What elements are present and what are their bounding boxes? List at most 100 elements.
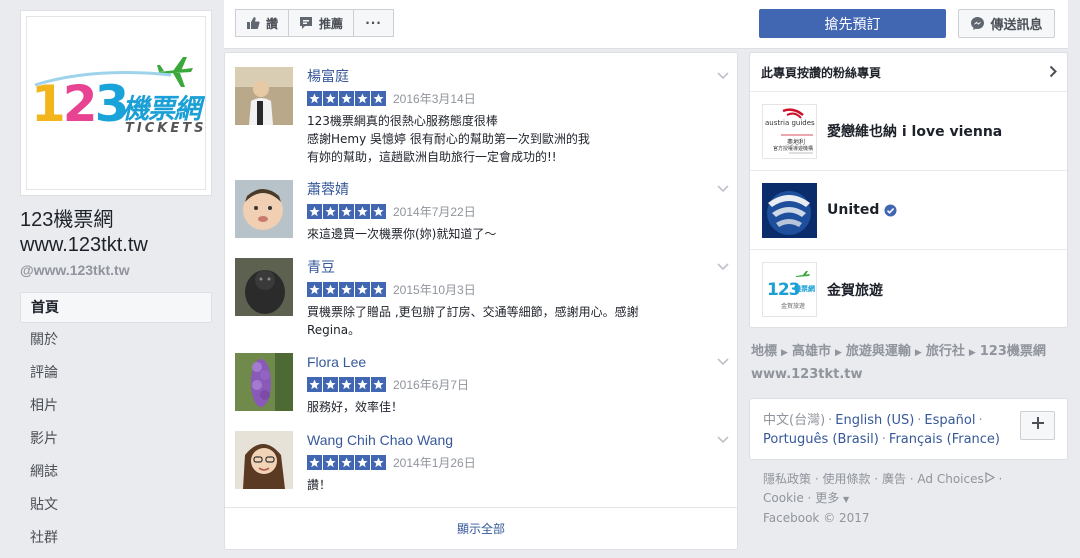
reviewer-name[interactable]: 楊富庭	[307, 67, 717, 85]
nav-item-photos[interactable]: 相片	[20, 391, 212, 422]
review-date[interactable]: 2015年10月3日	[393, 281, 476, 298]
plus-icon	[1031, 416, 1044, 435]
page-title[interactable]: 123機票網 www.123tkt.tw	[20, 208, 212, 258]
footer-link-adchoices[interactable]: Ad Choices	[917, 472, 983, 486]
liked-page-name[interactable]: United	[827, 202, 897, 218]
breadcrumb-separator-icon: ▶	[781, 348, 788, 358]
review-body: Wang Chih Chao Wang 2014年1月26日 讚！	[307, 431, 717, 494]
review-meta: 2015年10月3日	[307, 279, 717, 299]
nav-item-notes[interactable]: 網誌	[20, 457, 212, 488]
chevron-down-icon[interactable]	[717, 69, 729, 83]
review-body: 楊富庭 2016年3月14日 123機票網真的很熱心服務態度很棒 感謝Hemy …	[307, 67, 717, 166]
breadcrumb-separator-icon: ▶	[834, 348, 842, 358]
review-text: 讚！	[307, 476, 717, 494]
liked-page-thumbnail[interactable]: 123 機票網 金賀旅遊	[762, 262, 817, 317]
footer-link-more[interactable]: 更多	[815, 491, 839, 505]
breadcrumb-item[interactable]: 旅遊與運輸	[846, 344, 911, 359]
liked-page-name-text: United	[827, 202, 880, 218]
nav-item-about[interactable]: 關於	[20, 325, 212, 356]
reviewer-avatar[interactable]	[235, 353, 293, 411]
star-rating	[307, 376, 387, 392]
more-dots-icon: ···	[365, 16, 382, 30]
liked-page-thumbnail[interactable]	[762, 182, 817, 238]
review-text: 123機票網真的很熱心服務態度很棒 感謝Hemy 吳憶婷 很有耐心的幫助第一次到…	[307, 112, 717, 166]
like-button[interactable]: 讚	[235, 9, 290, 37]
language-link[interactable]: Español	[924, 413, 975, 428]
nav-item-reviews[interactable]: 評論	[20, 358, 212, 389]
review-date[interactable]: 2016年6月7日	[393, 376, 469, 393]
breadcrumb-item[interactable]: 地標	[751, 344, 777, 359]
chevron-right-icon[interactable]	[1049, 65, 1057, 81]
liked-page-item[interactable]: austria guides 奧地利 官方授權導遊機構 愛戀維也納 i love…	[750, 92, 1067, 171]
review-date[interactable]: 2014年1月26日	[393, 454, 476, 471]
star-rating	[307, 454, 387, 470]
page-title-line2: www.123tkt.tw	[20, 234, 148, 256]
category-breadcrumb: 地標 ▶ 高雄市 ▶ 旅遊與運輸 ▶ 旅行社 ▶ 123機票網www.123tkt.tw	[751, 341, 1066, 385]
language-link[interactable]: Français (France)	[889, 432, 1000, 447]
page-handle[interactable]: @www.123tkt.tw	[20, 262, 212, 278]
send-message-button[interactable]: 傳送訊息	[958, 9, 1055, 38]
separator-dot: ·	[828, 413, 833, 428]
reviewer-name[interactable]: 蕭蓉婧	[307, 180, 717, 198]
footer-link-privacy[interactable]: 隱私政策	[763, 472, 811, 486]
send-message-label: 傳送訊息	[990, 18, 1043, 33]
nav-item-home[interactable]: 首頁	[20, 292, 212, 323]
plane-icon	[796, 271, 810, 277]
reviewer-avatar[interactable]	[235, 258, 293, 316]
reviewer-name[interactable]: Wang Chih Chao Wang	[307, 431, 717, 449]
current-language: 中文(台灣)	[763, 413, 826, 428]
liked-page-item[interactable]: 123 機票網 金賀旅遊 金賀旅遊	[750, 250, 1067, 329]
separator-dot: ·	[917, 413, 922, 428]
reviewer-name[interactable]: Flora Lee	[307, 353, 717, 371]
nav-item-posts[interactable]: 貼文	[20, 490, 212, 521]
star-icon	[323, 90, 338, 106]
liked-page-thumbnail[interactable]: austria guides 奧地利 官方授權導遊機構	[762, 103, 817, 159]
thumb-123-cn: 機票網	[794, 285, 815, 293]
action-button-group: 讚 推薦 ···	[235, 9, 395, 37]
liked-page-name[interactable]: 愛戀維也納 i love vienna	[827, 121, 1002, 141]
chevron-down-icon[interactable]	[717, 355, 729, 369]
review-meta: 2016年3月14日	[307, 88, 717, 108]
review-text-line: Regina。	[307, 323, 361, 337]
show-all-link[interactable]: 顯示全部	[225, 507, 737, 549]
reviewer-avatar[interactable]	[235, 180, 293, 238]
liked-page-name[interactable]: 金賀旅遊	[827, 280, 883, 300]
reviewer-avatar[interactable]	[235, 67, 293, 125]
profile-picture[interactable]: 123 機票網 TICKETS	[20, 10, 212, 196]
liked-pages-title: 此專頁按讚的粉絲專頁	[761, 65, 882, 80]
logo-digits: 123	[31, 75, 129, 133]
thumbs-up-icon	[246, 16, 260, 30]
star-icon	[339, 203, 354, 219]
more-languages-button[interactable]	[1020, 411, 1055, 440]
breadcrumb-item[interactable]: 旅行社	[926, 344, 965, 359]
star-icon	[371, 454, 386, 470]
speech-bubble-icon	[299, 16, 313, 30]
review-date[interactable]: 2014年7月22日	[393, 203, 476, 220]
footer-link-ads[interactable]: 廣告	[882, 472, 906, 486]
chevron-down-icon[interactable]	[717, 260, 729, 274]
chevron-down-icon[interactable]	[717, 182, 729, 196]
review-date[interactable]: 2016年3月14日	[393, 90, 476, 107]
liked-pages-header[interactable]: 此專頁按讚的粉絲專頁	[750, 53, 1067, 92]
star-rating	[307, 281, 387, 297]
star-icon	[371, 203, 386, 219]
star-icon	[339, 90, 354, 106]
chevron-down-icon[interactable]	[717, 433, 729, 447]
book-now-button[interactable]: 搶先預訂	[759, 9, 946, 38]
liked-page-item[interactable]: United	[750, 171, 1067, 250]
nav-item-videos[interactable]: 影片	[20, 424, 212, 455]
reviewer-name[interactable]: 青豆	[307, 258, 717, 276]
footer-link-cookie[interactable]: Cookie	[763, 491, 804, 505]
reviewer-avatar[interactable]	[235, 431, 293, 489]
star-icon	[307, 281, 322, 297]
breadcrumb-item[interactable]: 高雄市	[792, 344, 831, 359]
more-button[interactable]: ···	[354, 9, 395, 37]
star-icon	[323, 376, 338, 392]
footer-link-terms[interactable]: 使用條款	[822, 472, 870, 486]
thumb-123-sub: 金賀旅遊	[781, 303, 806, 310]
caret-down-icon: ▼	[843, 495, 850, 504]
recommend-button[interactable]: 推薦	[289, 9, 355, 37]
language-link[interactable]: Português (Brasil)	[763, 432, 879, 447]
language-link[interactable]: English (US)	[835, 413, 914, 428]
nav-item-community[interactable]: 社群	[20, 523, 212, 554]
